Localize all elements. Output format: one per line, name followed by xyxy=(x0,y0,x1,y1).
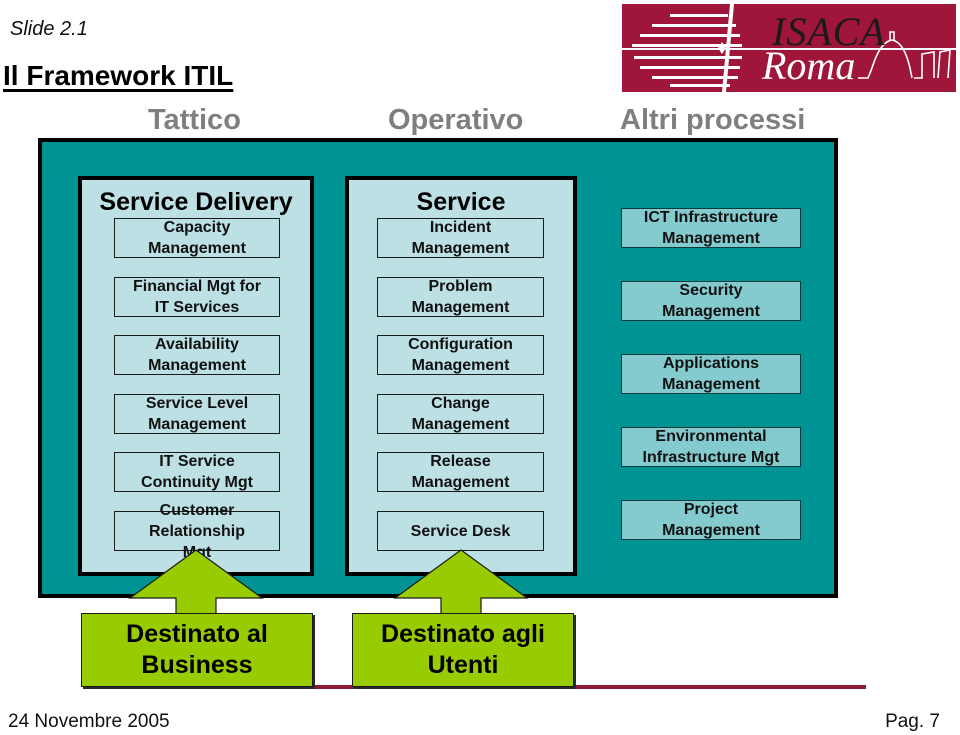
service-delivery-title: Service Delivery xyxy=(99,188,293,216)
process-label: Management xyxy=(148,416,246,433)
column-heading-operational: Operativo xyxy=(388,104,524,136)
destination-business-box: Destinato al Business xyxy=(81,613,313,687)
destination-label: Destinato agli xyxy=(381,620,545,648)
process-customer-relationship: CustomerRelationshipMgt xyxy=(114,502,280,561)
process-security-management: Security Management xyxy=(621,281,801,321)
process-release-management: Release Management xyxy=(377,452,544,492)
service-support-title: Service xyxy=(416,188,506,216)
process-label: Configuration xyxy=(408,336,513,353)
process-label: Infrastructure Mgt xyxy=(642,449,780,466)
process-financial-management: Financial Mgt for IT Services xyxy=(114,277,280,317)
process-label: Service Desk xyxy=(410,522,511,540)
process-label: Environmental xyxy=(655,428,767,445)
process-label: ICT Infrastructure xyxy=(643,209,779,226)
process-label: Management xyxy=(662,522,760,539)
process-environmental-infrastructure: Environmental Infrastructure Mgt xyxy=(621,427,801,467)
process-label: Continuity Mgt xyxy=(141,474,253,491)
process-problem-management: Problem Management xyxy=(377,277,544,317)
process-project-management: Project Management xyxy=(621,500,801,540)
process-label: Management xyxy=(148,357,246,374)
process-label: Management xyxy=(411,299,510,316)
footer-page-number: Pag. 7 xyxy=(885,711,940,732)
process-capacity-management: Capacity Management xyxy=(114,218,280,258)
process-label: Customer xyxy=(159,501,235,519)
process-applications-management: Applications Management xyxy=(621,354,801,394)
process-label: Problem xyxy=(428,278,493,295)
process-label: IT Services xyxy=(154,299,240,316)
process-label: Management xyxy=(411,474,510,491)
process-it-service-continuity: IT Service Continuity Mgt xyxy=(114,452,280,492)
arrow-up-users-icon xyxy=(393,549,529,618)
process-label: Management xyxy=(411,357,510,374)
destination-label: Utenti xyxy=(427,651,499,679)
destination-users-box: Destinato agli Utenti xyxy=(352,613,574,687)
process-label: Change xyxy=(431,395,490,412)
logo-text-roma: Roma xyxy=(762,43,856,88)
arrow-up-business-icon xyxy=(128,549,264,618)
process-service-level-management: Service Level Management xyxy=(114,394,280,434)
process-label: Financial Mgt for xyxy=(133,278,261,295)
process-change-management: Change Management xyxy=(377,394,544,434)
process-label: Management xyxy=(662,303,760,320)
process-configuration-management: Configuration Management xyxy=(377,335,544,375)
footer-date: 24 Novembre 2005 xyxy=(8,711,170,732)
destination-label: Destinato al xyxy=(126,620,268,648)
destination-label: Business xyxy=(141,651,253,679)
process-label: IT Service xyxy=(159,453,235,470)
process-ict-infrastructure: ICT Infrastructure Management xyxy=(621,208,801,248)
slide-title: Il Framework ITIL xyxy=(3,60,234,91)
process-label: Release xyxy=(430,453,491,470)
process-label: Applications xyxy=(662,355,759,372)
process-label: Relationship xyxy=(148,522,245,540)
process-label: Management xyxy=(411,240,510,257)
process-incident-management: Incident Management xyxy=(377,218,544,258)
process-label: Availability xyxy=(155,336,239,353)
process-availability-management: Availability Management xyxy=(114,335,280,375)
process-label: Service Level xyxy=(145,395,249,412)
process-label: Management xyxy=(411,416,510,433)
process-label: Management xyxy=(662,376,760,393)
isaca-roma-logo: ISACA Roma xyxy=(622,4,956,92)
column-heading-tactical: Tattico xyxy=(148,104,241,136)
process-label: Incident xyxy=(429,219,492,236)
process-label: Management xyxy=(662,230,760,247)
column-heading-other: Altri processi xyxy=(620,104,806,136)
process-label: Security xyxy=(679,282,743,299)
slide-label: Slide 2.1 xyxy=(10,18,88,40)
process-label: Project xyxy=(683,501,739,518)
process-label: Management xyxy=(148,240,246,257)
process-label: Capacity xyxy=(163,219,231,236)
process-service-desk: Service Desk xyxy=(377,511,544,551)
